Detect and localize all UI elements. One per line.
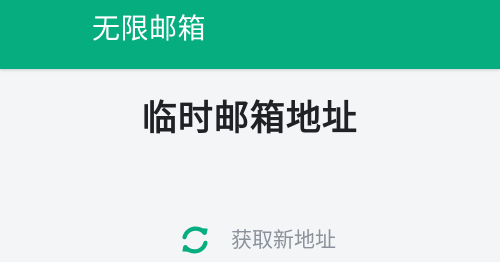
get-new-address-button[interactable]: 获取新地址 bbox=[178, 219, 336, 261]
get-new-address-label: 获取新地址 bbox=[231, 228, 336, 252]
app-title: 无限邮箱 bbox=[92, 12, 207, 45]
app-window: 无限邮箱 临时邮箱地址 获取新地址 bbox=[0, 0, 500, 262]
temporary-email-title: 临时邮箱地址 bbox=[141, 99, 358, 139]
refresh-icon bbox=[182, 226, 208, 254]
app-header: 无限邮箱 bbox=[0, 0, 500, 69]
